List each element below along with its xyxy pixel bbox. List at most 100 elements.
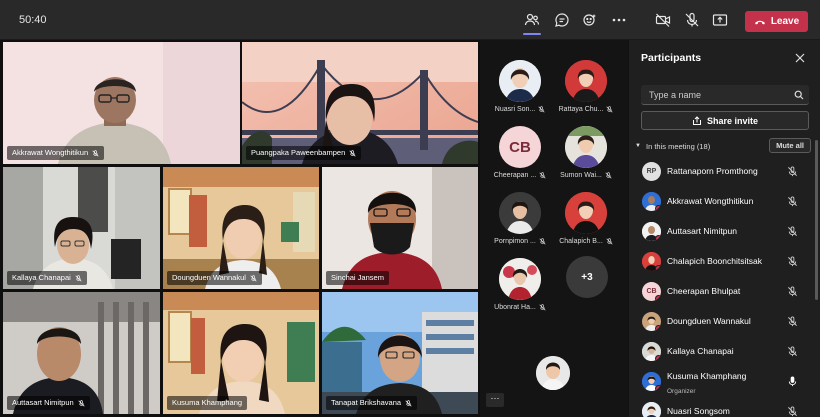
mic-toggle-button[interactable] (681, 10, 703, 30)
avatar (642, 252, 661, 271)
participant-row[interactable]: Kallaya Chanapai (629, 338, 813, 366)
tile-name: Akkrawat Wongthitikun (12, 148, 89, 157)
mic-off-icon (685, 12, 699, 27)
video-tile[interactable]: Kusuma Khamphang (163, 292, 319, 414)
mic-on-icon[interactable] (787, 376, 798, 387)
share-icon (692, 115, 701, 125)
video-tile[interactable]: Kallaya Chanapai (3, 167, 160, 289)
mic-off-icon[interactable] (787, 346, 798, 357)
status-dot (655, 355, 661, 361)
avatar (565, 192, 607, 234)
tile-name-label: Kusuma Khamphang (167, 396, 248, 410)
participant-row[interactable]: Doungduen Wannakul (629, 308, 813, 336)
self-view-more-button[interactable]: ··· (486, 393, 504, 407)
smiley-icon (583, 14, 596, 26)
participant-name: Akkrawat Wongthitikun (667, 196, 754, 206)
participant-row[interactable]: Auttasart Nimitpun (629, 218, 813, 246)
gallery-participant[interactable]: Ubonrat Ha... (485, 254, 555, 316)
video-tile[interactable]: Puangpaka Paweenbampen (242, 42, 478, 164)
status-dot (655, 265, 661, 271)
participant-row[interactable]: Kusuma Khamphang Organizer (629, 368, 813, 396)
video-grid: Akkrawat Wongthitikun Puangpaka Paweenba… (0, 40, 480, 417)
participant-name: Auttasart Nimitpun (667, 226, 737, 236)
status-dot (655, 385, 661, 391)
gallery-participant[interactable]: Sumon Wai... (551, 122, 621, 184)
avatar (499, 192, 541, 234)
more-horizontal-icon (612, 18, 626, 22)
gallery-label: Chalapich B... (551, 238, 621, 245)
gallery-participant[interactable]: Chalapich B... (551, 188, 621, 250)
avatar (642, 372, 661, 391)
gallery-participant[interactable]: Rattaya Chu... (551, 56, 621, 118)
mic-off-icon[interactable] (787, 286, 798, 297)
participant-name: Nuasri Songsom (667, 406, 730, 416)
tile-name-label: Doungduen Wannakul (167, 271, 262, 285)
meeting-timer: 50:40 (19, 14, 47, 26)
video-tile[interactable]: Auttasart Nimitpun (3, 292, 160, 414)
section-label: In this meeting (18) (646, 141, 711, 151)
leave-label: Leave (770, 16, 800, 27)
avatar (642, 342, 661, 361)
camera-toggle-button[interactable] (652, 10, 674, 30)
gallery-participant[interactable]: Pornpimon ... (485, 188, 555, 250)
self-view-avatar[interactable] (536, 356, 570, 390)
reactions-button[interactable] (579, 10, 601, 30)
participant-name: Cheerapan Bhulpat (667, 286, 741, 296)
gallery-label: Rattaya Chu... (551, 106, 621, 113)
mic-off-icon[interactable] (787, 226, 798, 237)
tile-name-label: Auttasart Nimitpun (7, 396, 90, 410)
gallery-label: Nuasri Son... (485, 106, 555, 113)
mic-off-icon (75, 274, 82, 282)
mic-off-icon[interactable] (787, 256, 798, 267)
more-participants-button[interactable]: +3 (566, 256, 608, 298)
gallery-label: Pornpimon ... (485, 238, 555, 245)
status-dot (655, 205, 661, 211)
gallery-participant[interactable]: CB Cheerapan ... (485, 122, 555, 184)
gallery-participant[interactable]: Nuasri Son... (485, 56, 555, 118)
video-tile[interactable]: Akkrawat Wongthitikun (3, 42, 240, 164)
mic-off-icon[interactable] (787, 166, 798, 177)
in-meeting-section-header[interactable]: ▼ In this meeting (18) Mute all (635, 137, 811, 155)
mic-off-icon[interactable] (787, 406, 798, 417)
mic-off-icon[interactable] (787, 316, 798, 327)
gallery-label: Cheerapan ... (485, 172, 555, 179)
participant-row[interactable]: RP Rattanaporn Promthong (629, 158, 813, 186)
avatar (642, 222, 661, 241)
status-dot (655, 295, 661, 301)
tile-name: Sinchai Jansem (331, 273, 384, 282)
camera-off-icon (655, 13, 671, 27)
video-tile[interactable]: Tanapat Brikshavana (322, 292, 478, 414)
avatar (499, 60, 541, 102)
participants-toggle-button[interactable] (521, 10, 543, 35)
video-tile[interactable]: Doungduen Wannakul (163, 167, 319, 289)
leave-button[interactable]: Leave (745, 11, 808, 32)
participant-row[interactable]: CB Cheerapan Bhulpat (629, 278, 813, 306)
close-icon[interactable] (794, 52, 806, 64)
chevron-down-icon: ▼ (635, 143, 641, 149)
participant-row[interactable]: Chalapich Boonchitsitsak (629, 248, 813, 276)
share-screen-icon (712, 14, 728, 26)
participant-name: Chalapich Boonchitsitsak (667, 256, 762, 266)
hang-up-icon (754, 20, 765, 24)
people-icon (524, 13, 540, 26)
mic-off-icon (250, 274, 257, 282)
mute-all-button[interactable]: Mute all (769, 138, 811, 153)
participant-list-scrollbar[interactable] (815, 140, 818, 300)
gallery-label: Ubonrat Ha... (485, 304, 555, 311)
participant-name: Rattanaporn Promthong (667, 166, 758, 176)
overflow-gallery: Nuasri Son... Rattaya Chu... CB Cheerapa… (480, 40, 628, 417)
video-tile-active-speaker[interactable]: Sinchai Jansem (322, 167, 478, 289)
participant-search-input[interactable] (641, 85, 791, 105)
mic-off-icon[interactable] (787, 196, 798, 207)
share-invite-button[interactable]: Share invite (641, 111, 809, 130)
avatar (499, 258, 541, 300)
mic-off-icon (78, 399, 85, 407)
chat-button[interactable] (551, 10, 573, 30)
status-dot (655, 235, 661, 241)
share-screen-button[interactable] (709, 10, 731, 30)
chat-icon (555, 13, 569, 27)
gallery-label: Sumon Wai... (551, 172, 621, 179)
participant-row[interactable]: Akkrawat Wongthitikun (629, 188, 813, 216)
more-actions-button[interactable] (608, 10, 630, 30)
participant-row[interactable]: Nuasri Songsom (629, 398, 813, 417)
